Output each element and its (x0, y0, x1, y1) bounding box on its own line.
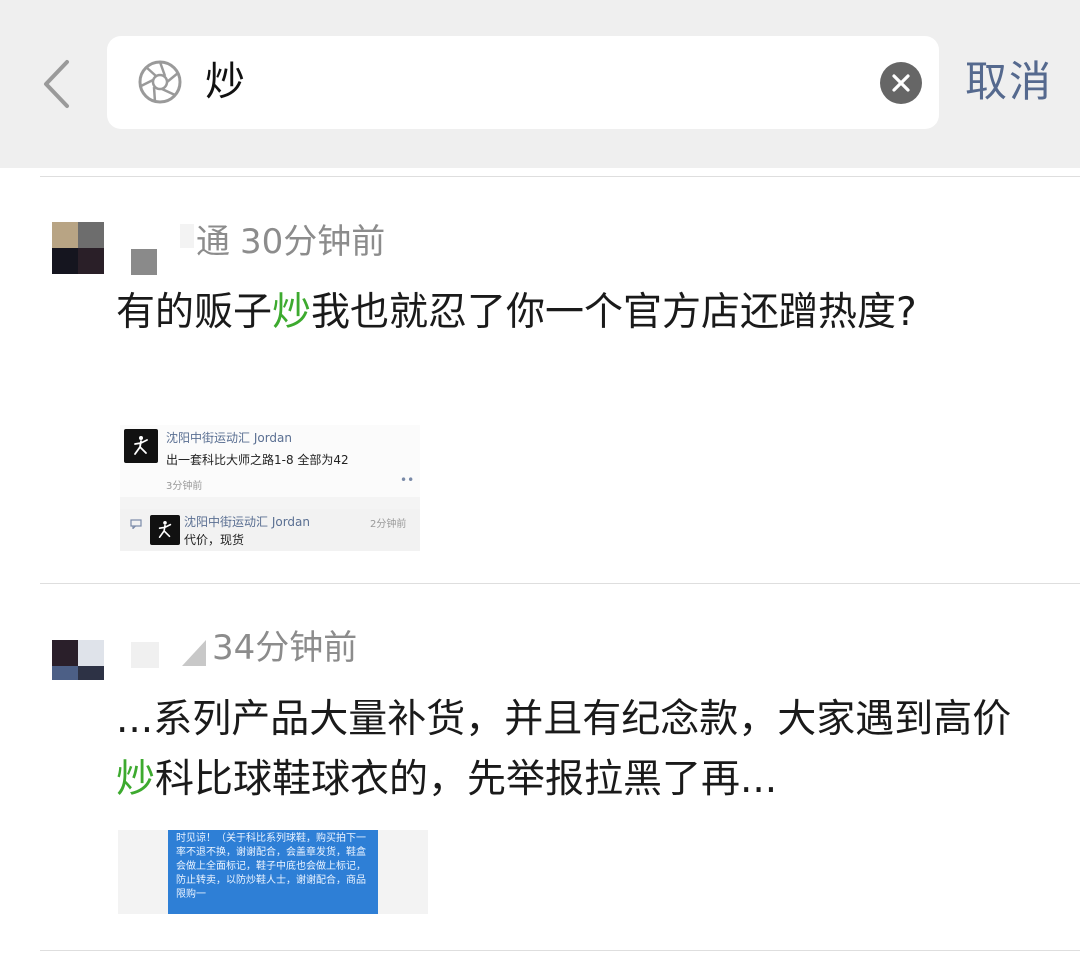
cancel-button[interactable]: 取消 (965, 52, 1053, 112)
post-meta: 通 30分钟前 (196, 220, 385, 264)
blurred-username (182, 640, 206, 666)
blurred-username (180, 224, 194, 248)
jordan-jumpman-icon (124, 429, 158, 463)
divider (40, 176, 1080, 177)
image-text: 时见谅！（关于科比系列球鞋，购买拍下一率不退不换，谢谢配合，会盖章发货，鞋盒会做… (168, 830, 378, 914)
post-text: 有的贩子炒我也就忍了你一个官方店还蹭热度? (116, 290, 917, 335)
blurred-username (131, 249, 157, 275)
post-time: 34分钟前 (212, 628, 358, 668)
quoted-comment: 沈阳中街运动汇 Jordan 2分钟前 代价，现货 (120, 509, 420, 551)
quoted-name: 沈阳中街运动汇 Jordan (166, 431, 292, 445)
clear-search-button[interactable] (880, 62, 922, 104)
clear-x-icon (892, 74, 910, 92)
jordan-jumpman-icon (150, 515, 180, 545)
keyword-highlight: 炒 (272, 290, 312, 335)
chevron-left-icon (44, 60, 69, 108)
back-button[interactable] (34, 54, 78, 114)
aperture-icon (138, 60, 182, 104)
divider (40, 583, 1080, 584)
quoted-time: 2分钟前 (370, 519, 407, 530)
search-input[interactable] (205, 50, 845, 114)
quoted-text: 代价，现货 (184, 533, 245, 547)
more-icon: •• (400, 473, 415, 487)
avatar[interactable] (52, 640, 104, 680)
quoted-comment: 沈阳中街运动汇 Jordan 出一套科比大师之路1-8 全部为42 3分钟前 •… (120, 425, 420, 497)
avatar[interactable] (52, 222, 104, 274)
post-image[interactable]: 时见谅！（关于科比系列球鞋，购买拍下一率不退不换，谢谢配合，会盖章发货，鞋盒会做… (118, 830, 428, 914)
post-time: 30分钟前 (240, 222, 386, 262)
search-box[interactable] (107, 36, 939, 129)
quoted-text: 出一套科比大师之路1-8 全部为42 (166, 453, 349, 467)
post-text: ...系列产品大量补货，并且有纪念款，大家遇到高价炒科比球鞋球衣的，先举报拉黑了… (116, 697, 1012, 802)
post-image[interactable]: 沈阳中街运动汇 Jordan 出一套科比大师之路1-8 全部为42 3分钟前 •… (120, 425, 420, 551)
quoted-time: 3分钟前 (166, 481, 203, 492)
quoted-name: 沈阳中街运动汇 Jordan (184, 515, 310, 529)
search-header: 取消 (0, 0, 1080, 168)
post-author: 通 (196, 222, 230, 262)
comment-icon (130, 519, 142, 529)
divider (40, 950, 1080, 951)
post-meta: 34分钟前 (212, 626, 357, 670)
keyword-highlight: 炒 (116, 757, 156, 802)
blurred-username (131, 642, 159, 668)
